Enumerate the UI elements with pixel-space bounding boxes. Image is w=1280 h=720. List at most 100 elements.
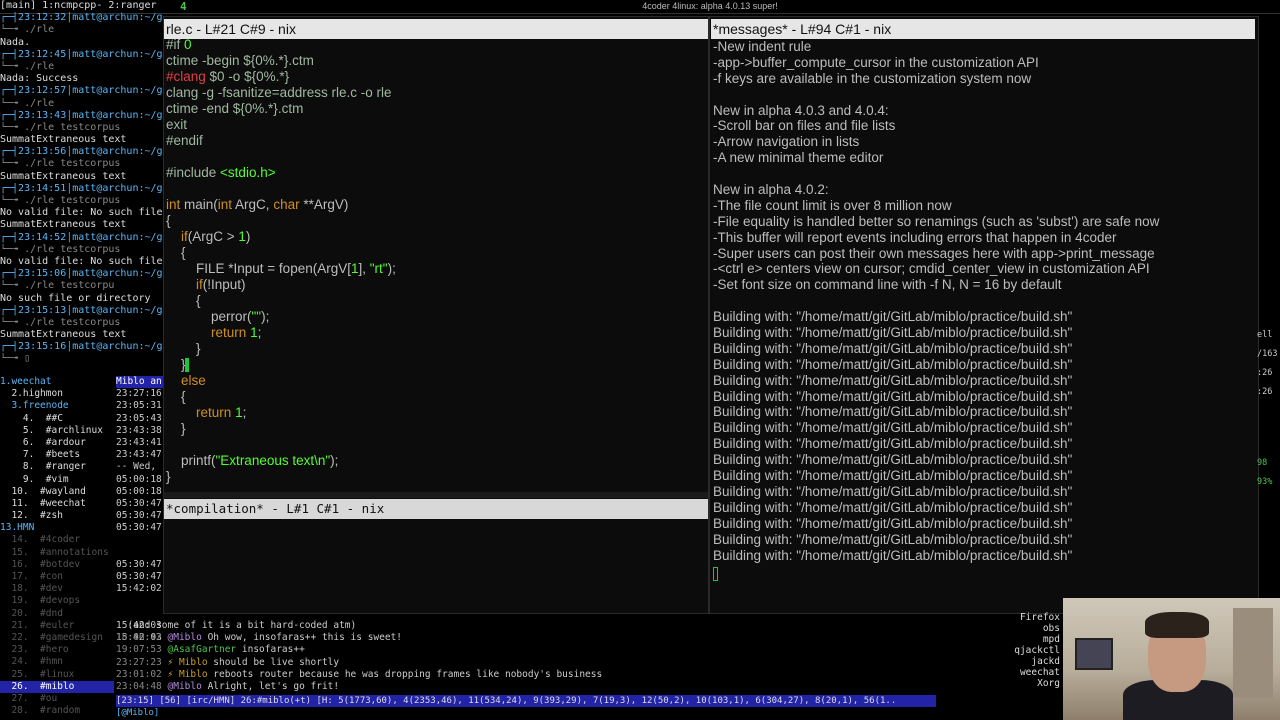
weechat-status-bar: [23:15] [56] [irc/HMN] 26:#miblo(+t) [H:… — [116, 695, 936, 707]
chat-nick[interactable]: ⚡ Miblo — [168, 669, 208, 680]
terminal-line: SummatExtraneous text — [0, 329, 127, 341]
code-token: (ArgC > — [187, 229, 239, 244]
buffer-item[interactable]: 9. #vim — [0, 474, 114, 486]
buffer-item[interactable]: 12. #zsh — [0, 510, 114, 522]
code-token: 0 — [184, 37, 192, 52]
chat-nick[interactable]: @Miblo — [168, 632, 202, 643]
terminal-line: └─╼ ./rle testcorpus — [0, 121, 121, 133]
weechat-input-line[interactable]: [@Miblo] — [116, 707, 936, 719]
buffer-item[interactable]: 8. #ranger — [0, 461, 114, 473]
buffer-item[interactable]: 13.HMN — [0, 522, 114, 534]
top-divider — [0, 13, 1280, 14]
code-token: 1 — [235, 405, 243, 420]
terminal-line: ┌─┤23:12:45│matt@archun:~/git — [0, 48, 163, 60]
message-line — [713, 166, 1253, 182]
buffer-item[interactable]: 15. #annotations — [0, 547, 114, 559]
chat-time: 23:27:23 — [116, 656, 162, 668]
code-token: printf( — [166, 453, 216, 468]
buffer-item[interactable]: 3.freenode — [0, 400, 114, 412]
workspace-number[interactable]: 4 — [180, 0, 187, 13]
terminal-line: No valid file: No such file or — [0, 207, 163, 219]
buffer-item[interactable]: 22. #gamedesign — [0, 632, 114, 644]
buffer-item[interactable]: 18. #dev — [0, 583, 114, 595]
code-line: if(!Input) — [166, 277, 706, 293]
process-name: Firefox — [1019, 612, 1060, 623]
message-line: Building with: "/home/matt/git/GitLab/mi… — [713, 356, 1073, 372]
buffer-item[interactable]: 24. #hmn — [0, 656, 114, 668]
buffer-item[interactable]: 1.weechat — [0, 376, 114, 388]
buffer-item[interactable]: 6. #ardour — [0, 437, 114, 449]
buffer-item[interactable]: 21. #euler — [0, 620, 114, 632]
code-token: 1 — [250, 325, 258, 340]
chat-line: (and some of it is a bit hard-coded atm) — [116, 620, 946, 632]
buffer-item[interactable]: 11. #weechat — [0, 498, 114, 510]
message-line: Building with: "/home/matt/git/GitLab/mi… — [713, 309, 1073, 325]
code-token: } — [166, 357, 186, 372]
code-line: #include <stdio.h> — [166, 165, 706, 181]
buffer-item[interactable]: 25. #linux — [0, 669, 114, 681]
chat-nick[interactable]: @Miblo — [168, 681, 202, 692]
chat-timestamp: 05:30:47 — [116, 522, 162, 534]
buffer-item[interactable]: 10. #wayland — [0, 486, 114, 498]
code-editor[interactable]: #if 0 ctime -begin ${0%.*}.ctm #clang $0 -… — [166, 37, 706, 492]
chat-timestamp: -- Wed, — [116, 461, 157, 473]
code-line: if(ArgC > 1) — [166, 229, 706, 245]
message-line: Building with: "/home/matt/git/GitLab/mi… — [713, 388, 1073, 404]
buffer-item[interactable]: 28. #random — [0, 705, 114, 717]
status-fragment: 98 — [1257, 458, 1268, 468]
rle-file-title[interactable]: rle.c - L#21 C#9 - nix — [164, 19, 708, 39]
buffer-item[interactable]: 20. #dnd — [0, 608, 114, 620]
buffer-item[interactable]: 14. #4coder — [0, 534, 114, 546]
terminal-line: ┌─┤23:12:32│matt@archun:~/git — [0, 12, 163, 24]
code-token: return — [211, 325, 247, 340]
buffer-item[interactable]: 7. #beets — [0, 449, 114, 461]
buffer-item[interactable]: 23. #hero — [0, 644, 114, 656]
chat-timestamp: 15:42:02 — [116, 583, 162, 595]
terminal-pane[interactable]: [main] 1:ncmpcpp- 2:ranger ┌─┤23:12:32│ma… — [0, 0, 163, 372]
code-token: { — [166, 389, 186, 404]
code-token: perror( — [166, 309, 252, 324]
buffer-item[interactable]: 16. #botdev — [0, 559, 114, 571]
chat-message: reboots router because he was dropping f… — [213, 668, 603, 680]
chat-line: 18:06:42 @Miblo Oh wow, insofaras++ this… — [116, 632, 946, 644]
weechat-buffer-list[interactable]: 1.weechat 2.highmon 3.freenode 4. ##C 5.… — [0, 376, 114, 720]
code-line: return 1; — [166, 325, 706, 341]
terminal-line: Nada. — [0, 36, 31, 48]
terminal-line: Nada: Success — [0, 73, 79, 85]
code-line: perror(""); — [166, 309, 706, 325]
text-cursor — [185, 358, 189, 372]
chat-timestamp: 23:05:43 — [116, 412, 162, 424]
compilation-buffer-title[interactable]: *compilation* - L#1 C#1 - nix — [164, 499, 708, 519]
vertical-splitter[interactable] — [708, 17, 710, 613]
chat-nick[interactable]: @AsafGartner — [168, 644, 237, 655]
buffer-item[interactable]: 27. #ou — [0, 693, 114, 705]
buffer-item[interactable]: 26. #miblo — [0, 680, 114, 693]
buffer-item[interactable]: 5. #archlinux — [0, 425, 114, 437]
code-line: clang -g -fsanitize=address rle.c -o rle — [166, 85, 706, 101]
code-token: ); — [330, 453, 339, 468]
messages-buffer-title[interactable]: *messages* - L#94 C#1 - nix — [711, 19, 1255, 39]
buffer-item[interactable]: 2.highmon — [0, 388, 114, 400]
message-line: -File equality is handled better so rena… — [713, 213, 1160, 229]
chat-time: 18:06:42 — [116, 632, 162, 644]
weechat-chat: (and some of it is a bit hard-coded atm)… — [116, 620, 946, 704]
buffer-item[interactable]: 4. ##C — [0, 413, 114, 425]
chat-nick[interactable]: ⚡ Miblo — [168, 657, 208, 668]
code-line: else — [166, 373, 706, 389]
pane-splitter[interactable] — [164, 492, 708, 498]
buffer-item[interactable]: 19. #devops — [0, 595, 114, 607]
chat-line: 23:01:02 ⚡ Miblo reboots router because … — [116, 669, 946, 681]
chat-timestamp: 23:43:47 — [116, 449, 162, 461]
message-line: -This buffer will report events includin… — [713, 229, 1117, 245]
message-line: New in alpha 4.0.3 and 4.0.4: — [713, 102, 889, 118]
terminal-line: └─╼ ./rle — [0, 24, 55, 36]
code-line: } — [166, 341, 706, 357]
code-line: #if 0 — [166, 37, 706, 53]
buffer-item[interactable]: 17. #con — [0, 571, 114, 583]
channel-tab[interactable]: Miblo an — [116, 376, 166, 389]
code-token: return — [196, 405, 232, 420]
messages-buffer[interactable]: -New indent rule -app->buffer_compute_cur… — [713, 39, 1253, 599]
